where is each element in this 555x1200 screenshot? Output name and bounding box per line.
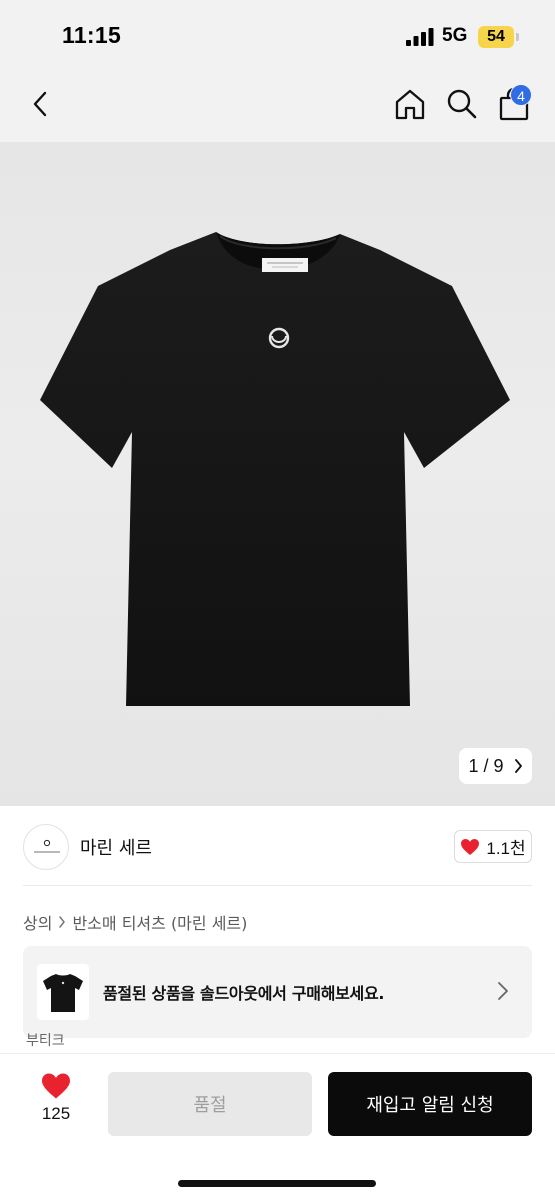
breadcrumb: 상의 반소매 티셔츠 (마린 세르) — [23, 910, 247, 934]
brand-like-count: 1.1천 — [486, 839, 526, 858]
soldout-thumbnail — [37, 964, 89, 1020]
wishlist-count: 125 — [41, 1104, 71, 1123]
image-counter[interactable]: 1 / 9 — [459, 748, 532, 784]
brand-name[interactable]: 마린 세르 — [80, 834, 152, 860]
search-icon — [447, 89, 477, 119]
status-time: 11:15 — [62, 22, 122, 48]
soldout-button[interactable]: 품절 — [108, 1072, 312, 1136]
breadcrumb-subcategory[interactable]: 반소매 티셔츠 (마린 세르) — [72, 910, 247, 934]
chevron-right-icon — [59, 916, 66, 928]
status-bar: 11:15 5G 54 — [0, 0, 555, 74]
network-type: 5G — [442, 25, 468, 46]
chevron-left-icon — [33, 91, 47, 117]
brand-logo-mark — [34, 839, 60, 853]
section-divider — [23, 885, 532, 886]
brand-logo[interactable] — [23, 824, 69, 870]
heart-icon — [42, 1073, 70, 1099]
breadcrumb-category[interactable]: 상의 — [23, 910, 52, 934]
product-tshirt-image — [40, 232, 510, 706]
image-counter-text: 1 / 9 — [468, 755, 504, 776]
restock-alert-button[interactable]: 재입고 알림 신청 — [328, 1072, 532, 1136]
battery-nub — [516, 33, 519, 41]
wishlist-button[interactable]: 125 — [30, 1072, 82, 1132]
partial-section-label: 부티크 — [26, 1033, 65, 1048]
home-button[interactable] — [390, 84, 430, 124]
brand-like-button[interactable]: 1.1천 — [454, 830, 532, 863]
signal-icon — [406, 28, 434, 46]
back-button[interactable] — [22, 86, 58, 122]
chevron-right-icon — [498, 982, 508, 1000]
soldout-banner[interactable]: 품절된 상품을 솔드아웃에서 구매해보세요. — [23, 946, 532, 1038]
brand-row[interactable]: 마린 세르 1.1천 — [0, 806, 555, 886]
thumbnail-tshirt-image — [43, 974, 83, 1012]
home-icon — [395, 89, 425, 120]
search-button[interactable] — [442, 84, 482, 124]
top-nav — [0, 74, 555, 142]
soldout-banner-text: 품절된 상품을 솔드아웃에서 구매해보세요. — [103, 984, 385, 1003]
heart-icon — [461, 838, 480, 855]
product-image-carousel[interactable]: 1 / 9 — [0, 142, 555, 806]
battery-indicator: 54 — [478, 26, 514, 48]
chevron-right-icon — [514, 759, 522, 773]
cart-count-badge: 4 — [510, 84, 532, 106]
bottom-action-bar: 125 품절 재입고 알림 신청 — [0, 1053, 555, 1200]
home-indicator[interactable] — [178, 1180, 376, 1187]
